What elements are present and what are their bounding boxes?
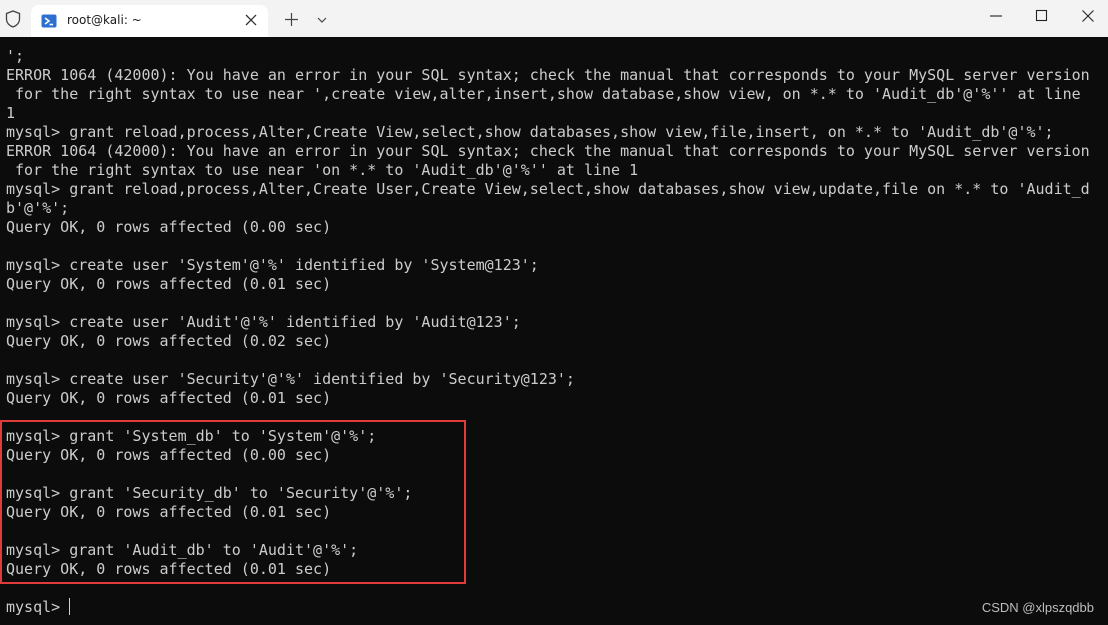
title-bar: root@kali: ~ (0, 0, 1108, 37)
tab-title: root@kali: ~ (67, 13, 142, 27)
terminal-line: mysql> create user 'Audit'@'%' identifie… (6, 313, 521, 331)
terminal-line: for the right syntax to use near 'on *.*… (6, 161, 639, 179)
powershell-icon (41, 14, 57, 28)
terminal-line: Query OK, 0 rows affected (0.01 sec) (6, 275, 332, 293)
prompt-text: mysql> (6, 598, 70, 616)
terminal-line: mysql> create user 'System'@'%' identifi… (6, 256, 539, 274)
terminal-line: Query OK, 0 rows affected (0.01 sec) (6, 389, 332, 407)
terminal-line: '; (6, 47, 25, 65)
terminal-line: ERROR 1064 (42000): You have an error in… (6, 142, 1090, 160)
plus-icon[interactable] (285, 13, 298, 26)
text-cursor (69, 598, 71, 615)
terminal-line: mysql> grant reload,process,Alter,Create… (6, 123, 1054, 141)
maximize-icon[interactable] (1035, 9, 1049, 23)
terminal-line: mysql> create user 'Security'@'%' identi… (6, 370, 575, 388)
highlight-box (0, 420, 466, 584)
close-icon[interactable] (1081, 9, 1095, 23)
terminal-line: 1 (6, 104, 16, 122)
terminal-line: Query OK, 0 rows affected (0.02 sec) (6, 332, 332, 350)
terminal-line: for the right syntax to use near ',creat… (6, 85, 1081, 103)
minimize-icon[interactable] (989, 9, 1003, 23)
tab-terminal[interactable]: root@kali: ~ (31, 5, 268, 37)
terminal-line: Query OK, 0 rows affected (0.00 sec) (6, 218, 332, 236)
close-icon[interactable] (245, 14, 257, 26)
terminal-window: root@kali: ~ '; ERROR 1064 (42000): You h… (0, 0, 1108, 625)
watermark: CSDN @xlpszqdbb (981, 600, 1094, 615)
shield-icon[interactable] (5, 10, 21, 28)
chevron-down-icon[interactable] (317, 16, 327, 24)
terminal-output[interactable]: '; ERROR 1064 (42000): You have an error … (0, 37, 1108, 625)
terminal-line: mysql> grant reload,process,Alter,Create… (6, 180, 1090, 198)
terminal-line: b'@'%'; (6, 199, 70, 217)
terminal-line: ERROR 1064 (42000): You have an error in… (6, 66, 1090, 84)
prompt-line[interactable]: mysql> (6, 598, 1090, 617)
